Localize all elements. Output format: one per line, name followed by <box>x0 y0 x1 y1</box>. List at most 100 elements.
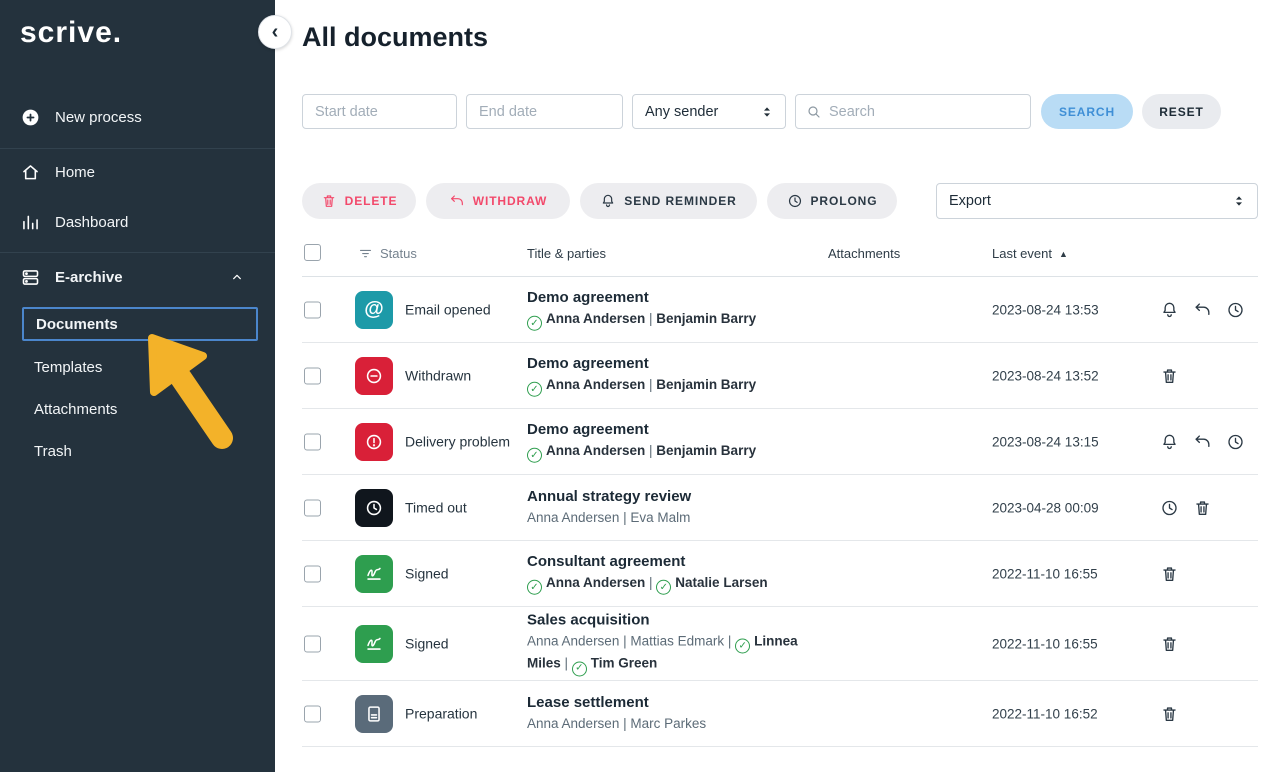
send-reminder-button[interactable]: SEND REMINDER <box>580 183 757 219</box>
status-label: Signed <box>405 634 517 653</box>
row-checkbox[interactable] <box>304 635 321 652</box>
clock-icon[interactable] <box>1226 300 1245 319</box>
row-checkbox[interactable] <box>304 433 321 450</box>
clock-icon[interactable] <box>1226 432 1245 451</box>
timed-out-status-icon <box>355 489 393 527</box>
signed-check-icon: ✓ <box>527 382 542 397</box>
status-label: Timed out <box>405 498 517 517</box>
archive-icon <box>20 267 41 288</box>
party-separator: | <box>619 716 630 731</box>
sidebar-divider <box>0 148 275 149</box>
start-date-input[interactable] <box>302 94 457 129</box>
party-name: Anna Andersen <box>546 376 645 391</box>
document-icon <box>363 703 385 725</box>
party-separator: | <box>619 510 630 525</box>
sidebar-item-label: Dashboard <box>55 214 128 231</box>
sidebar-item-label: New process <box>55 109 142 126</box>
prolong-button-label: PROLONG <box>811 194 878 208</box>
main-content: ‹ All documents Any sender SEARCH RESET … <box>275 0 1280 772</box>
bell-icon <box>600 193 616 209</box>
row-checkbox[interactable] <box>304 499 321 516</box>
status-label: Signed <box>405 564 517 583</box>
sender-select[interactable]: Any sender <box>632 94 786 129</box>
column-last-event[interactable]: Last event ▲ <box>992 246 1068 261</box>
select-arrows-icon <box>759 104 775 120</box>
sidebar-item-templates[interactable]: Templates <box>0 348 275 386</box>
document-title[interactable]: Sales acquisition <box>527 611 827 628</box>
delete-button[interactable]: DELETE <box>302 183 416 219</box>
sidebar-item-home[interactable]: Home <box>0 150 275 194</box>
sidebar-item-e-archive[interactable]: E-archive <box>0 255 275 299</box>
undo-icon[interactable] <box>1193 300 1212 319</box>
sidebar-item-trash[interactable]: Trash <box>0 432 275 470</box>
clock-icon <box>363 497 385 519</box>
row-checkbox[interactable] <box>304 705 321 722</box>
bar-chart-icon <box>20 212 41 233</box>
last-event-date: 2023-04-28 00:09 <box>992 500 1099 515</box>
trash-icon[interactable] <box>1160 366 1179 385</box>
export-select[interactable]: Export <box>936 183 1258 219</box>
party-separator: | <box>645 376 656 391</box>
trash-icon[interactable] <box>1193 498 1212 517</box>
document-parties: Anna Andersen | Mattias Edmark | ✓Linnea… <box>527 631 827 676</box>
signed-status-icon <box>355 625 393 663</box>
trash-icon[interactable] <box>1160 704 1179 723</box>
trash-icon[interactable] <box>1160 634 1179 653</box>
row-checkbox[interactable] <box>304 367 321 384</box>
sidebar-item-dashboard[interactable]: Dashboard <box>0 200 275 244</box>
trash-icon <box>321 193 337 209</box>
filter-icon <box>358 246 373 261</box>
row-checkbox[interactable] <box>304 565 321 582</box>
sidebar-item-attachments[interactable]: Attachments <box>0 390 275 428</box>
sidebar-item-new-process[interactable]: New process <box>0 95 275 139</box>
party-name: Benjamin Barry <box>656 442 756 457</box>
row-actions <box>1160 704 1179 723</box>
document-title[interactable]: Lease settlement <box>527 694 827 711</box>
clock-icon[interactable] <box>1160 498 1179 517</box>
column-title-parties[interactable]: Title & parties <box>527 246 606 261</box>
page-title: All documents <box>302 22 488 53</box>
app-root: scrive. New process Home Dashboard <box>0 0 1280 772</box>
send-reminder-button-label: SEND REMINDER <box>624 194 736 208</box>
status-label: Delivery problem <box>405 432 517 451</box>
bell-icon[interactable] <box>1160 300 1179 319</box>
document-title[interactable]: Demo agreement <box>527 288 827 305</box>
document-parties: ✓Anna Andersen | Benjamin Barry <box>527 308 827 331</box>
row-checkbox[interactable] <box>304 301 321 318</box>
party-name: Benjamin Barry <box>656 310 756 325</box>
document-parties: Anna Andersen | Marc Parkes <box>527 714 827 734</box>
row-actions <box>1160 634 1179 653</box>
party-name: Marc Parkes <box>630 716 706 731</box>
undo-icon[interactable] <box>1193 432 1212 451</box>
document-title[interactable]: Demo agreement <box>527 420 827 437</box>
document-table-body: @Email openedDemo agreement✓Anna Anderse… <box>302 277 1258 747</box>
delete-button-label: DELETE <box>345 194 398 208</box>
column-attachments[interactable]: Attachments <box>828 246 900 261</box>
document-title[interactable]: Consultant agreement <box>527 552 827 569</box>
prolong-button[interactable]: PROLONG <box>767 183 897 219</box>
trash-icon[interactable] <box>1160 564 1179 583</box>
party-name: Anna Andersen <box>546 442 645 457</box>
sidebar-divider <box>0 252 275 253</box>
search-input[interactable] <box>829 104 1020 120</box>
document-title[interactable]: Annual strategy review <box>527 488 827 505</box>
signature-icon <box>363 563 385 585</box>
column-status[interactable]: Status <box>358 246 417 261</box>
table-row: WithdrawnDemo agreement✓Anna Andersen | … <box>302 343 1258 409</box>
signed-check-icon: ✓ <box>656 580 671 595</box>
party-name: Anna Andersen <box>527 716 619 731</box>
sender-select-value: Any sender <box>645 104 718 120</box>
back-button[interactable]: ‹ <box>258 15 292 49</box>
title-parties-cell: Consultant agreement✓Anna Andersen | ✓Na… <box>527 552 827 595</box>
search-box <box>795 94 1031 129</box>
end-date-input[interactable] <box>466 94 623 129</box>
status-label: Preparation <box>405 704 517 723</box>
sidebar-item-documents[interactable]: Documents <box>22 307 258 341</box>
bell-icon[interactable] <box>1160 432 1179 451</box>
sidebar-item-label: Attachments <box>34 401 117 418</box>
withdraw-button[interactable]: WITHDRAW <box>426 183 570 219</box>
reset-button[interactable]: RESET <box>1142 94 1221 129</box>
select-all-checkbox[interactable] <box>304 244 321 261</box>
search-button[interactable]: SEARCH <box>1041 94 1133 129</box>
document-title[interactable]: Demo agreement <box>527 354 827 371</box>
